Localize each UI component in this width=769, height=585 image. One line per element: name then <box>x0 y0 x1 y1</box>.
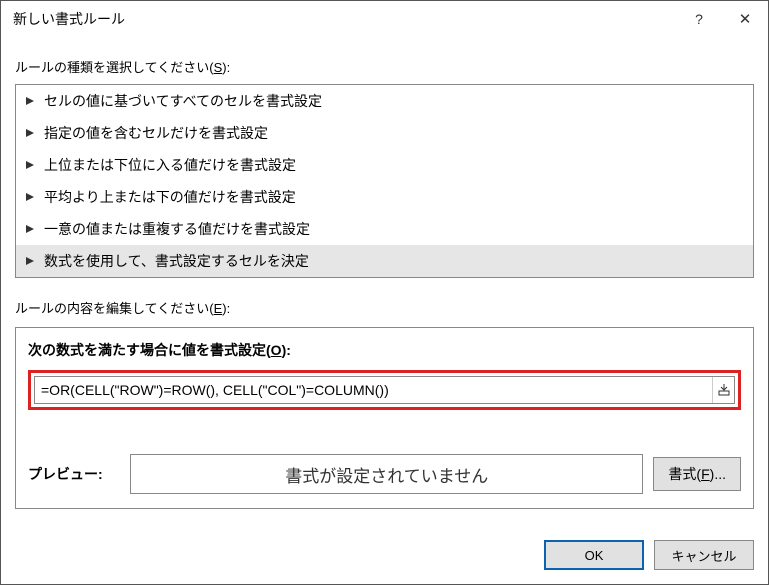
rule-type-item-3[interactable]: 平均より上または下の値だけを書式設定 <box>16 181 753 213</box>
close-button[interactable]: ✕ <box>722 1 768 37</box>
new-format-rule-dialog: 新しい書式ルール ? ✕ ルールの種類を選択してください(S): セルの値に基づ… <box>0 0 769 585</box>
dialog-title: 新しい書式ルール <box>13 9 676 29</box>
triangle-marker-icon <box>26 161 34 169</box>
help-button[interactable]: ? <box>676 1 722 37</box>
dialog-body: ルールの種類を選択してください(S): セルの値に基づいてすべてのセルを書式設定… <box>1 37 768 528</box>
formula-input[interactable] <box>35 382 712 398</box>
triangle-marker-icon <box>26 257 34 265</box>
formula-row-highlight <box>28 370 741 410</box>
refedit-icon <box>718 384 730 396</box>
rule-edit-panel: 次の数式を満たす場合に値を書式設定(O): プレビュー: 書式が設定され <box>15 327 754 509</box>
formula-label: 次の数式を満たす場合に値を書式設定(O): <box>28 340 741 360</box>
dialog-footer: OK キャンセル <box>1 528 768 584</box>
rule-type-item-label: セルの値に基づいてすべてのセルを書式設定 <box>44 91 322 111</box>
triangle-marker-icon <box>26 129 34 137</box>
rule-type-list[interactable]: セルの値に基づいてすべてのセルを書式設定 指定の値を含むセルだけを書式設定 上位… <box>15 84 754 278</box>
rule-type-item-label: 一意の値または重複する値だけを書式設定 <box>44 219 310 239</box>
refedit-collapse-button[interactable] <box>712 377 734 403</box>
ok-button[interactable]: OK <box>544 540 644 570</box>
rule-type-item-2[interactable]: 上位または下位に入る値だけを書式設定 <box>16 149 753 181</box>
rule-type-item-1[interactable]: 指定の値を含むセルだけを書式設定 <box>16 117 753 149</box>
cancel-button[interactable]: キャンセル <box>654 540 754 570</box>
format-button[interactable]: 書式(F)... <box>653 457 741 491</box>
formula-input-wrap <box>34 376 735 404</box>
preview-row: プレビュー: 書式が設定されていません 書式(F)... <box>28 454 741 494</box>
triangle-marker-icon <box>26 193 34 201</box>
triangle-marker-icon <box>26 97 34 105</box>
rule-type-item-label: 平均より上または下の値だけを書式設定 <box>44 187 296 207</box>
rule-type-item-label: 指定の値を含むセルだけを書式設定 <box>44 123 268 143</box>
rule-type-item-label: 上位または下位に入る値だけを書式設定 <box>44 155 296 175</box>
preview-text: 書式が設定されていません <box>285 462 488 487</box>
rule-type-section-label: ルールの種類を選択してください(S): <box>15 57 754 76</box>
titlebar: 新しい書式ルール ? ✕ <box>1 1 768 37</box>
preview-label: プレビュー: <box>28 464 120 484</box>
triangle-marker-icon <box>26 225 34 233</box>
rule-edit-section-label: ルールの内容を編集してください(E): <box>15 298 754 317</box>
rule-type-item-5[interactable]: 数式を使用して、書式設定するセルを決定 <box>16 245 753 277</box>
rule-type-item-label: 数式を使用して、書式設定するセルを決定 <box>44 251 309 271</box>
rule-type-item-4[interactable]: 一意の値または重複する値だけを書式設定 <box>16 213 753 245</box>
rule-type-item-0[interactable]: セルの値に基づいてすべてのセルを書式設定 <box>16 85 753 117</box>
preview-box: 書式が設定されていません <box>130 454 643 494</box>
